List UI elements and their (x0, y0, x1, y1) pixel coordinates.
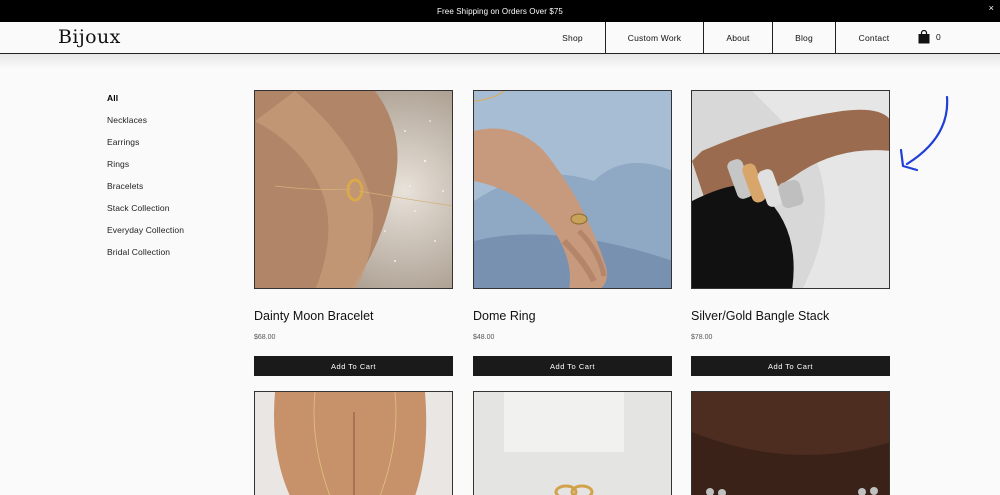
product-name[interactable]: Dainty Moon Bracelet (254, 309, 374, 323)
add-to-cart-button[interactable]: Add To Cart (691, 356, 890, 376)
product-image[interactable] (254, 391, 453, 495)
sidebar-item-earrings[interactable]: Earrings (107, 137, 184, 159)
cart-button[interactable]: 0 (918, 30, 941, 44)
nav-shop[interactable]: Shop (540, 22, 606, 53)
sidebar-item-all[interactable]: All (107, 93, 184, 115)
main-nav: Shop Custom Work About Blog Contact (540, 22, 912, 53)
category-sidebar: All Necklaces Earrings Rings Bracelets S… (107, 93, 184, 269)
product-image[interactable] (254, 90, 453, 289)
product-name[interactable]: Silver/Gold Bangle Stack (691, 309, 829, 323)
site-header: Bijoux Shop Custom Work About Blog Conta… (0, 22, 1000, 54)
product-price: $78.00 (691, 334, 713, 341)
announcement-bar: Free Shipping on Orders Over $75 × (0, 0, 1000, 22)
nav-contact[interactable]: Contact (836, 22, 912, 53)
annotation-arrow-icon (899, 95, 949, 172)
close-icon[interactable]: × (989, 3, 994, 13)
nav-custom-work[interactable]: Custom Work (606, 22, 704, 53)
product-name[interactable]: Dome Ring (473, 309, 536, 323)
cart-count: 0 (936, 32, 941, 42)
sidebar-item-stack-collection[interactable]: Stack Collection (107, 203, 184, 225)
sidebar-item-necklaces[interactable]: Necklaces (107, 115, 184, 137)
sidebar-item-bracelets[interactable]: Bracelets (107, 181, 184, 203)
site-logo[interactable]: Bijoux (58, 26, 121, 48)
header-shadow (0, 54, 1000, 68)
shopping-bag-icon (918, 30, 930, 44)
announcement-text: Free Shipping on Orders Over $75 (437, 6, 563, 16)
product-image[interactable] (691, 391, 890, 495)
product-price: $68.00 (254, 334, 276, 341)
sidebar-item-bridal-collection[interactable]: Bridal Collection (107, 247, 184, 269)
sidebar-item-rings[interactable]: Rings (107, 159, 184, 181)
add-to-cart-button[interactable]: Add To Cart (473, 356, 672, 376)
product-image[interactable] (473, 391, 672, 495)
product-image[interactable] (691, 90, 890, 289)
sidebar-item-everyday-collection[interactable]: Everyday Collection (107, 225, 184, 247)
nav-blog[interactable]: Blog (773, 22, 836, 53)
product-price: $48.00 (473, 334, 495, 341)
nav-about[interactable]: About (704, 22, 773, 53)
add-to-cart-button[interactable]: Add To Cart (254, 356, 453, 376)
product-image[interactable] (473, 90, 672, 289)
